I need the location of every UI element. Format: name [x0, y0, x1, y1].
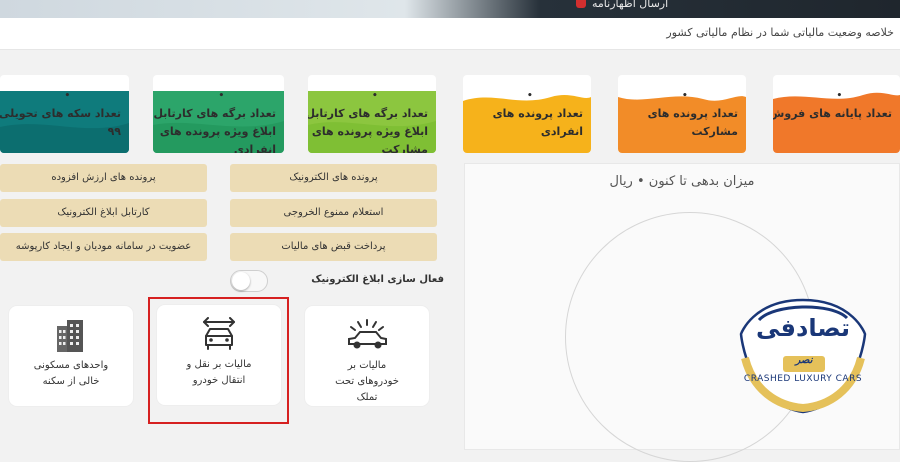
top-header-bar: ارسال اظهارنامه: [0, 0, 900, 18]
toggle-knob: [232, 272, 250, 290]
card-extra-value: ۹۹: [107, 125, 121, 138]
tile-label-line: خالی از سکنه: [42, 376, 100, 387]
logo-tagline: نصر: [795, 355, 813, 366]
card-label: تعداد برگه های کارتابل ابلاغ ویژه پرونده…: [308, 107, 428, 153]
vat-files-button[interactable]: پرونده های ارزش افزوده: [0, 164, 207, 192]
debt-panel-title: میزان بدهی تا کنون • ریال: [609, 174, 755, 189]
card-label: تعداد سکه های تحویلی ۹۹: [0, 105, 121, 141]
logo-wordmark: تصادفی: [756, 314, 850, 342]
electronic-notice-button[interactable]: کارتابل ابلاغ الکترونیک: [0, 199, 207, 227]
card-value: •: [372, 91, 378, 101]
card-label: تعداد پرونده های مشارکت: [647, 107, 738, 138]
car-icon: [305, 318, 429, 352]
logo-subtitle: CRASHED LUXURY CARS: [743, 374, 863, 384]
card-label: تعداد پرونده های انفرادی: [492, 107, 583, 138]
header-fragment-text: ارسال اظهارنامه: [592, 0, 669, 10]
tax-summary-text: خلاصه وضعیت مالیاتی شما در نظام مالیاتی …: [666, 26, 894, 39]
card-value: •: [64, 91, 71, 101]
summary-bar: خلاصه وضعیت مالیاتی شما در نظام مالیاتی …: [0, 18, 900, 50]
card-individual-files[interactable]: • تعداد پرونده های انفرادی: [463, 75, 591, 153]
card-sales-terminals[interactable]: • تعداد پایانه های فروش: [773, 75, 900, 153]
tile-label-line: مالیات بر: [347, 360, 387, 371]
brand-logo: تصادفی نصر CRASHED LUXURY CARS: [733, 294, 873, 418]
card-value: •: [527, 91, 533, 101]
tile-label: مالیات بر خودروهای تحت تملک: [311, 358, 423, 406]
toggle-label: فعال سازی ابلاغ الکترونیک: [311, 274, 444, 285]
tile-label-line: واحدهای مسکونی: [33, 360, 109, 371]
card-value: •: [836, 91, 843, 101]
card-label: تعداد برگه های کارتابل ابلاغ ویژه پرونده…: [153, 107, 276, 153]
card-value: •: [218, 91, 225, 101]
tax-payment-button[interactable]: پرداخت قبض های مالیات: [230, 233, 437, 261]
card-value: •: [682, 91, 688, 101]
vacant-units-tax-tile[interactable]: واحدهای مسکونی خالی از سکنه: [9, 306, 133, 406]
tile-label-line: خودروهای تحت: [335, 376, 399, 387]
card-notice-individual[interactable]: • تعداد برگه های کارتابل ابلاغ ویژه پرون…: [153, 75, 284, 153]
membership-button[interactable]: عضویت در سامانه مودیان و ایجاد کارپوشه: [0, 233, 207, 261]
card-partnership-files[interactable]: • تعداد پرونده های مشارکت: [618, 75, 746, 153]
electronic-notice-toggle-row: فعال سازی ابلاغ الکترونیک: [230, 270, 444, 292]
building-icon: [9, 318, 133, 352]
card-label: تعداد پایانه های فروش: [773, 107, 892, 120]
electronic-files-button[interactable]: پرونده های الکترونیک: [230, 164, 437, 192]
card-delivered-coins[interactable]: • تعداد سکه های تحویلی ۹۹: [0, 75, 129, 153]
electronic-notice-toggle[interactable]: [230, 270, 268, 292]
card-notice-partnership[interactable]: • تعداد برگه های کارتابل ابلاغ ویژه پرون…: [308, 75, 436, 153]
highlight-box: [148, 297, 289, 424]
card-label-text: تعداد سکه های تحویلی: [0, 107, 121, 120]
owned-vehicles-tax-tile[interactable]: مالیات بر خودروهای تحت تملک: [305, 306, 429, 406]
tile-label: واحدهای مسکونی خالی از سکنه: [15, 358, 127, 390]
notification-dot: [576, 0, 586, 8]
exit-ban-inquiry-button[interactable]: استعلام ممنوع الخروجی: [230, 199, 437, 227]
tile-label-line: تملک: [356, 392, 378, 403]
